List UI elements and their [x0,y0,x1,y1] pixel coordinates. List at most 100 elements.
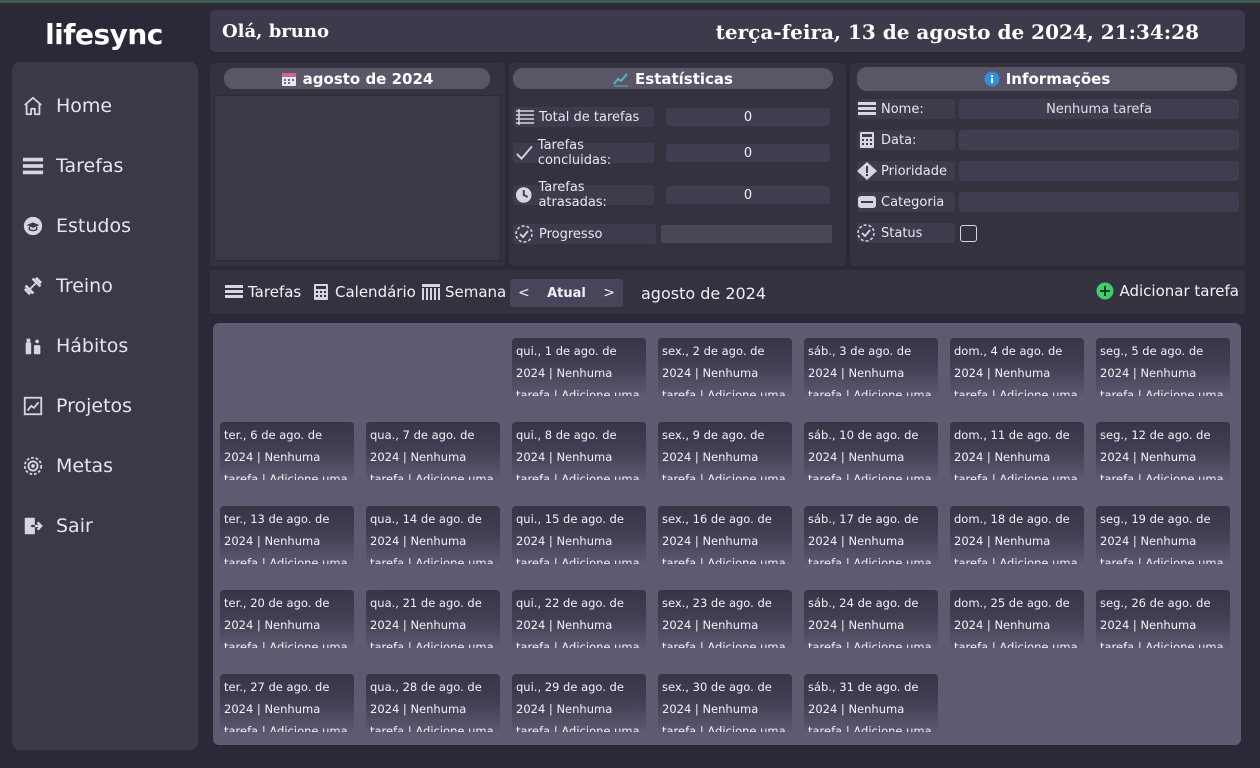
sidebar-item-tarefas[interactable]: Tarefas [22,148,192,184]
calendar-day-card[interactable]: qua., 7 de ago. de 2024 | Nenhuma tarefa… [366,422,500,480]
calendar-day-card[interactable]: sex., 2 de ago. de 2024 | Nenhuma tarefa… [658,338,792,396]
task-name-value: Nenhuma tarefa [959,99,1239,119]
view-tasks-button[interactable]: Tarefas [224,281,301,303]
calendar-day-text: sáb., 24 de ago. de 2024 | Nenhuma taref… [808,596,932,648]
calendar-day-card[interactable]: ter., 27 de ago. de 2024 | Nenhuma taref… [220,674,354,732]
checkmark-icon [516,145,533,161]
sidebar-item-estudos[interactable]: Estudos [22,208,192,244]
calendar-day-card[interactable]: dom., 11 de ago. de 2024 | Nenhuma taref… [950,422,1084,480]
calculator-icon [314,284,328,300]
graduation-cap-icon [23,216,43,236]
sidebar-item-label: Estudos [56,215,131,237]
calendar-day-card[interactable]: seg., 26 de ago. de 2024 | Nenhuma taref… [1096,590,1230,648]
info-icon [984,71,1000,87]
calendar-day-text: qua., 14 de ago. de 2024 | Nenhuma taref… [370,512,494,564]
calendar-day-card[interactable]: qui., 22 de ago. de 2024 | Nenhuma taref… [512,590,646,648]
calendar-icon [281,72,296,86]
check-circle-icon [515,225,533,243]
task-category-label: Categoria [857,192,955,212]
calendar-day-card[interactable]: qua., 28 de ago. de 2024 | Nenhuma taref… [366,674,500,732]
sidebar-item-label: Sair [56,515,93,537]
progress-label: Progresso [513,224,656,244]
sidebar-item-projetos[interactable]: Projetos [22,388,192,424]
calendar-day-card[interactable]: qui., 15 de ago. de 2024 | Nenhuma taref… [512,506,646,564]
logout-icon [24,517,43,535]
calendar-day-card[interactable]: ter., 13 de ago. de 2024 | Nenhuma taref… [220,506,354,564]
warning-icon [857,162,877,180]
calendar-day-text: qua., 21 de ago. de 2024 | Nenhuma taref… [370,596,494,648]
calendar-day-card[interactable]: qui., 1 de ago. de 2024 | Nenhuma tarefa… [512,338,646,396]
calendar-day-card[interactable]: ter., 20 de ago. de 2024 | Nenhuma taref… [220,590,354,648]
calendar-day-text: sáb., 3 de ago. de 2024 | Nenhuma tarefa… [808,344,932,396]
calendar-day-text: seg., 19 de ago. de 2024 | Nenhuma taref… [1100,512,1224,564]
calendar-day-card[interactable]: sex., 23 de ago. de 2024 | Nenhuma taref… [658,590,792,648]
tasks-icon [225,285,243,298]
stats-title: Estatísticas [513,68,833,89]
sidebar-item-sair[interactable]: Sair [22,508,192,544]
next-button[interactable]: > [603,285,615,301]
sidebar-item-metas[interactable]: Metas [22,448,192,484]
calendar-day-card[interactable]: dom., 25 de ago. de 2024 | Nenhuma taref… [950,590,1084,648]
calendar-day-card[interactable]: dom., 4 de ago. de 2024 | Nenhuma tarefa… [950,338,1084,396]
clock-icon [515,187,532,203]
info-panel: Informações Nome: Nenhuma tarefa Data: P… [850,63,1245,266]
sidebar-item-label: Metas [56,455,114,477]
total-tasks-value: 0 [666,108,830,126]
calendar-day-card[interactable]: dom., 18 de ago. de 2024 | Nenhuma taref… [950,506,1084,564]
calendar-day-card[interactable]: sex., 16 de ago. de 2024 | Nenhuma taref… [658,506,792,564]
calendar-day-card[interactable]: sex., 9 de ago. de 2024 | Nenhuma tarefa… [658,422,792,480]
greeting: Olá, bruno [222,21,329,42]
plus-circle-icon [1096,282,1114,300]
calendar-day-card[interactable]: ter., 6 de ago. de 2024 | Nenhuma tarefa… [220,422,354,480]
calendar-day-card[interactable]: seg., 19 de ago. de 2024 | Nenhuma taref… [1096,506,1230,564]
header-bar: Olá, bruno terça-feira, 13 de agosto de … [210,10,1245,52]
list-icon [516,109,534,125]
calendar-toolbar: Tarefas Calendário Semana < Atual > agos… [210,270,1245,314]
calendar-day-text: ter., 13 de ago. de 2024 | Nenhuma taref… [224,512,348,564]
calendar-day-text: qui., 29 de ago. de 2024 | Nenhuma taref… [516,680,640,732]
previous-button[interactable]: < [518,285,530,301]
late-tasks-label: Tarefas atrasadas: [513,180,654,210]
sidebar-item-habitos[interactable]: Hábitos [22,328,192,364]
view-calendar-button[interactable]: Calendário [311,281,416,303]
calendar-day-card[interactable]: sáb., 31 de ago. de 2024 | Nenhuma taref… [804,674,938,732]
add-task-button[interactable]: Adicionar tarefa [1096,282,1239,300]
completed-tasks-value: 0 [666,144,830,162]
calendar-day-card[interactable]: qui., 29 de ago. de 2024 | Nenhuma taref… [512,674,646,732]
task-status-checkbox[interactable] [960,225,977,242]
calendar-day-text: ter., 20 de ago. de 2024 | Nenhuma taref… [224,596,348,648]
chart-trend-icon [613,72,629,86]
habits-icon [25,338,41,355]
sidebar-item-home[interactable]: Home [22,88,192,124]
calendar-day-card[interactable]: qua., 21 de ago. de 2024 | Nenhuma taref… [366,590,500,648]
sidebar-item-treino[interactable]: Treino [22,268,192,304]
calendar-day-text: sex., 23 de ago. de 2024 | Nenhuma taref… [662,596,786,648]
calendar-day-card[interactable]: qua., 14 de ago. de 2024 | Nenhuma taref… [366,506,500,564]
calendar-day-card[interactable]: sex., 30 de ago. de 2024 | Nenhuma taref… [658,674,792,732]
calendar-day-card[interactable]: sáb., 10 de ago. de 2024 | Nenhuma taref… [804,422,938,480]
calendar-day-text: qua., 7 de ago. de 2024 | Nenhuma tarefa… [370,428,494,480]
mini-calendar-panel: agosto de 2024 [210,63,505,266]
calendar-day-text: sáb., 10 de ago. de 2024 | Nenhuma taref… [808,428,932,480]
calendar-day-card[interactable]: sáb., 17 de ago. de 2024 | Nenhuma taref… [804,506,938,564]
calendar-day-card[interactable]: seg., 12 de ago. de 2024 | Nenhuma taref… [1096,422,1230,480]
view-week-button[interactable]: Semana [421,281,506,303]
mini-calendar-grid[interactable] [214,95,501,261]
window-top-border [0,0,1260,3]
current-period-button[interactable]: Atual [547,286,586,301]
progress-bar [661,225,832,243]
datetime-display: terça-feira, 13 de agosto de 2024, 21:34… [715,20,1199,44]
calendar-day-card[interactable]: seg., 5 de ago. de 2024 | Nenhuma tarefa… [1096,338,1230,396]
calendar-day-text: ter., 6 de ago. de 2024 | Nenhuma tarefa… [224,428,348,480]
home-icon [24,96,42,116]
calendar-day-text: qui., 15 de ago. de 2024 | Nenhuma taref… [516,512,640,564]
task-date-value [959,130,1239,150]
sidebar-item-label: Projetos [56,395,133,417]
calendar-day-text: sex., 9 de ago. de 2024 | Nenhuma tarefa… [662,428,786,480]
calendar-day-text: sex., 2 de ago. de 2024 | Nenhuma tarefa… [662,344,786,396]
app-logo: lifesync [45,17,163,51]
calendar-day-card[interactable]: sáb., 24 de ago. de 2024 | Nenhuma taref… [804,590,938,648]
sidebar-item-label: Tarefas [56,155,124,177]
calendar-day-card[interactable]: sáb., 3 de ago. de 2024 | Nenhuma tarefa… [804,338,938,396]
calendar-day-card[interactable]: qui., 8 de ago. de 2024 | Nenhuma tarefa… [512,422,646,480]
